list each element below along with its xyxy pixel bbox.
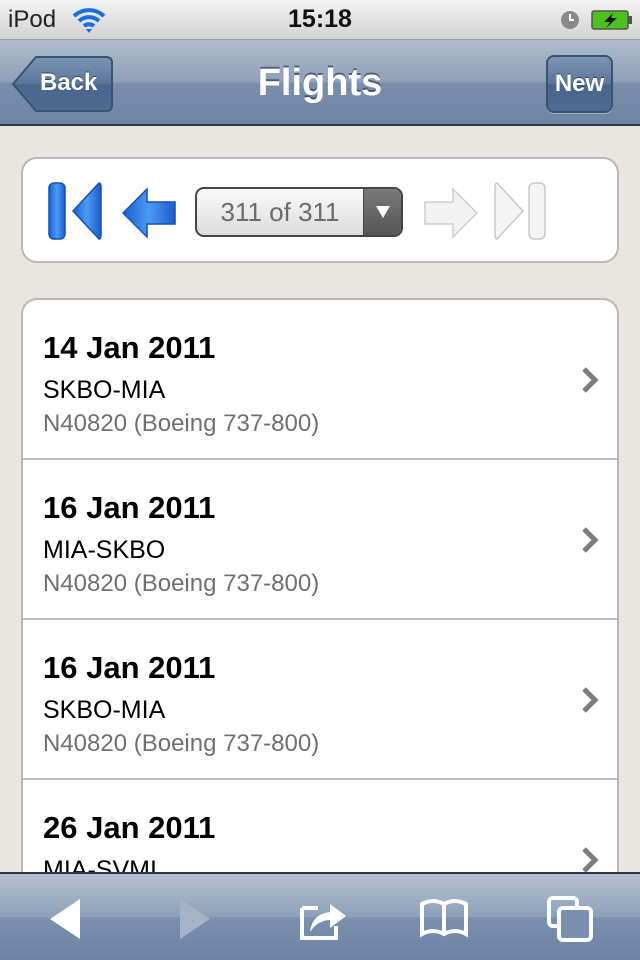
- alarm-clock-icon: [561, 11, 579, 29]
- browser-forward-icon[interactable]: [168, 894, 218, 944]
- new-flight-button[interactable]: New: [546, 55, 613, 113]
- chevron-right-icon: [582, 687, 599, 713]
- page-title: Flights: [257, 62, 383, 104]
- flight-route: SKBO-MIA: [43, 696, 166, 724]
- record-position: 311 of 311: [220, 197, 340, 227]
- record-selector[interactable]: 311 of 311: [195, 187, 403, 237]
- bookmarks-icon[interactable]: [419, 894, 469, 944]
- previous-arrow-icon[interactable]: [121, 187, 179, 239]
- chevron-right-icon: [582, 367, 599, 393]
- chevron-right-icon: [582, 527, 599, 553]
- chevron-right-icon: [582, 847, 599, 873]
- navigation-bar: Back Flights New: [0, 40, 640, 126]
- flight-route: SKBO-MIA: [43, 376, 166, 404]
- dropdown-arrow-icon[interactable]: [363, 189, 401, 235]
- status-bar: iPod 15:18: [0, 0, 640, 40]
- flight-list: 14 Jan 2011 SKBO-MIA N40820 (Boeing 737-…: [21, 298, 619, 878]
- battery-charging-icon: [591, 10, 632, 30]
- last-page-icon[interactable]: [493, 181, 551, 241]
- flight-date: 16 Jan 2011: [43, 650, 216, 685]
- flight-route: MIA-SKBO: [43, 536, 166, 564]
- flight-date: 26 Jan 2011: [43, 810, 216, 845]
- flight-aircraft: N40820 (Boeing 737-800): [43, 730, 320, 757]
- clock-time: 15:18: [288, 5, 352, 33]
- flight-date: 16 Jan 2011: [43, 490, 216, 525]
- flight-date: 14 Jan 2011: [43, 330, 216, 365]
- flight-row[interactable]: 14 Jan 2011 SKBO-MIA N40820 (Boeing 737-…: [23, 300, 617, 460]
- browser-toolbar: [0, 872, 640, 960]
- flight-row[interactable]: 16 Jan 2011 MIA-SKBO N40820 (Boeing 737-…: [23, 460, 617, 620]
- share-icon[interactable]: [298, 894, 348, 944]
- flight-aircraft: N40820 (Boeing 737-800): [43, 410, 320, 437]
- first-page-icon[interactable]: [45, 181, 103, 241]
- next-arrow-icon[interactable]: [421, 187, 479, 239]
- pages-icon[interactable]: [546, 894, 596, 944]
- flight-row[interactable]: 16 Jan 2011 SKBO-MIA N40820 (Boeing 737-…: [23, 620, 617, 780]
- flight-aircraft: N40820 (Boeing 737-800): [43, 570, 320, 597]
- flight-row[interactable]: 26 Jan 2011 MIA-SVMI: [23, 780, 617, 878]
- browser-back-icon[interactable]: [42, 894, 92, 944]
- pager-panel: 311 of 311: [21, 157, 619, 263]
